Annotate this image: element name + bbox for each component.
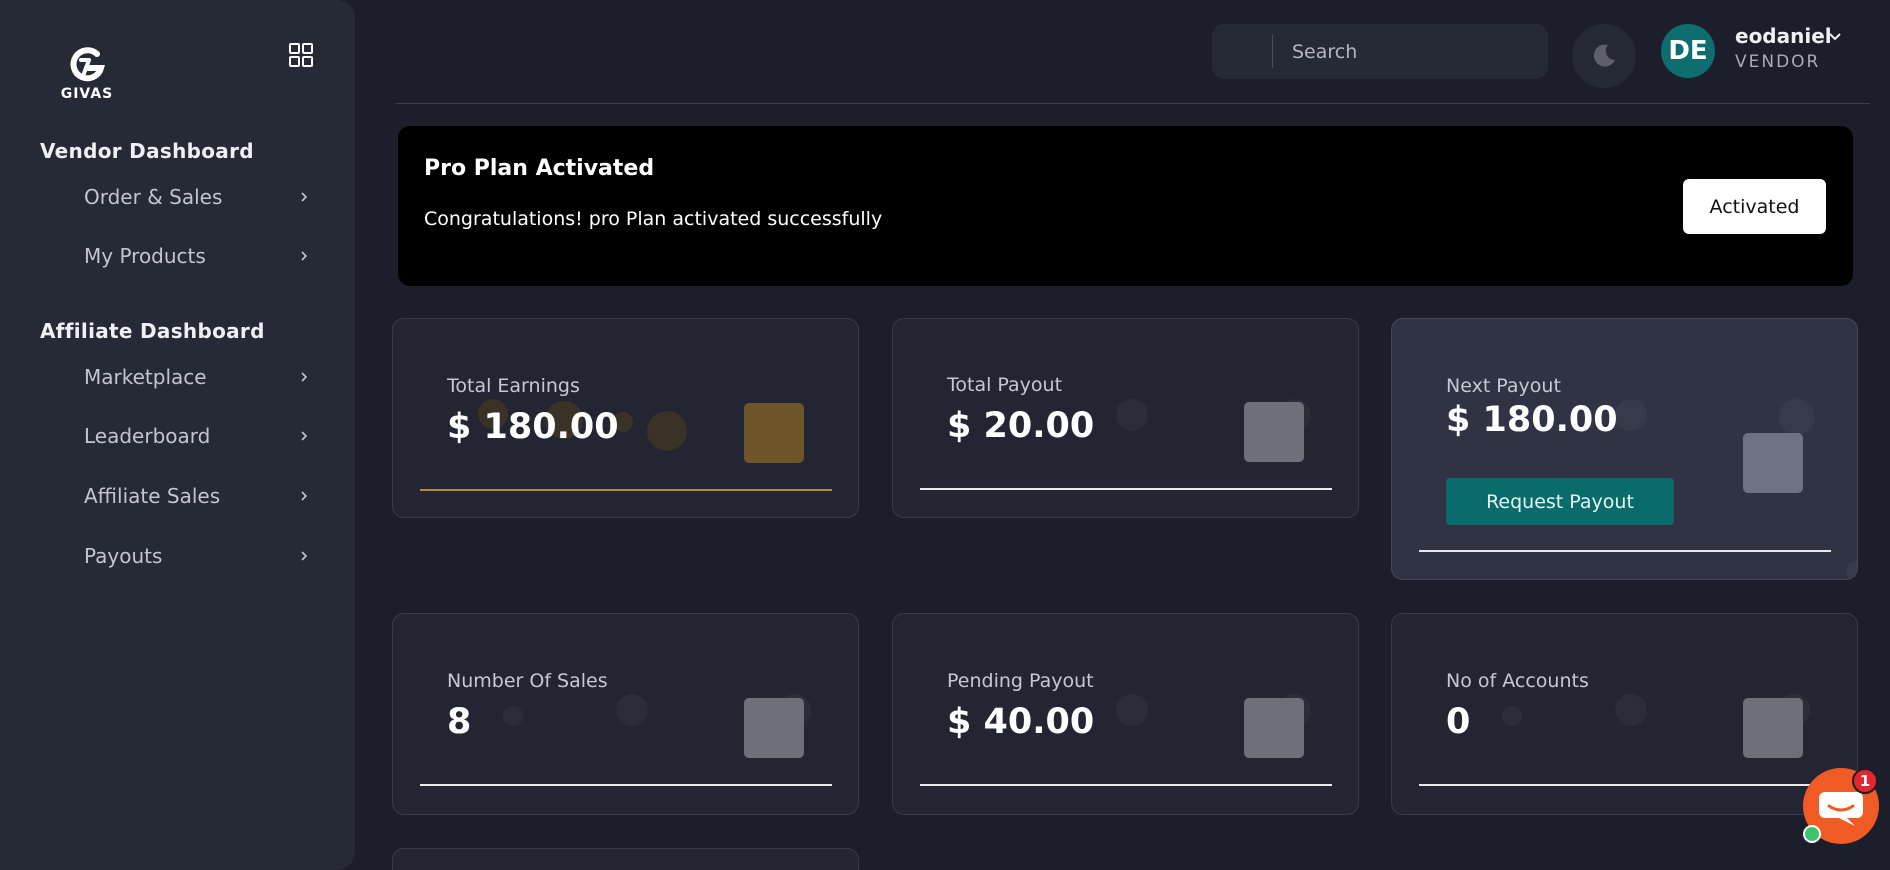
sidebar-item-label: Payouts — [84, 544, 163, 568]
user-name[interactable]: eodaniel — [1735, 24, 1832, 48]
chevron-right-icon — [301, 372, 308, 382]
card-icon-tile — [1743, 433, 1803, 493]
sidebar-item-label: Marketplace — [84, 365, 207, 389]
card-label: Total Earnings — [447, 375, 580, 397]
sidebar-item-marketplace[interactable]: Marketplace — [84, 360, 309, 394]
search-divider — [1272, 34, 1273, 68]
decor-bubble — [1615, 399, 1647, 431]
chevron-right-icon — [301, 192, 308, 202]
card-icon-tile — [744, 698, 804, 758]
card-icon-tile — [1743, 698, 1803, 758]
card-value: $ 20.00 — [947, 406, 1095, 446]
givas-logo-icon — [70, 47, 105, 82]
chevron-down-icon[interactable] — [1828, 32, 1842, 42]
decor-bubble — [1116, 399, 1148, 431]
sidebar: GIVAS Vendor Dashboard Order & Sales My … — [0, 0, 355, 870]
card-underline — [420, 489, 832, 491]
stat-card-total-earnings: Total Earnings $ 180.00 — [392, 318, 859, 518]
card-underline — [920, 784, 1332, 786]
moon-icon — [1593, 44, 1615, 67]
sidebar-item-label: My Products — [84, 244, 206, 268]
card-value: 0 — [1446, 702, 1471, 742]
activated-button[interactable]: Activated — [1683, 179, 1826, 234]
request-payout-button[interactable]: Request Payout — [1446, 478, 1674, 525]
stat-card-partial — [392, 848, 859, 870]
card-label: Total Payout — [947, 374, 1063, 396]
user-role: VENDOR — [1735, 52, 1821, 72]
section-title-vendor-dashboard[interactable]: Vendor Dashboard — [40, 139, 254, 163]
sidebar-item-label: Leaderboard — [84, 424, 211, 448]
sidebar-item-affiliate-sales[interactable]: Affiliate Sales — [84, 479, 309, 513]
decor-bubble — [647, 411, 687, 451]
stat-card-next-payout: Next Payout $ 180.00 Request Payout — [1391, 318, 1858, 580]
banner-message: Congratulations! pro Plan activated succ… — [424, 208, 883, 230]
search-box — [1212, 24, 1548, 79]
sidebar-item-label: Affiliate Sales — [84, 484, 221, 508]
chevron-right-icon — [301, 491, 308, 501]
card-underline — [420, 784, 832, 786]
dark-mode-toggle[interactable] — [1572, 24, 1636, 88]
sidebar-item-order-sales[interactable]: Order & Sales — [84, 180, 309, 214]
sidebar-item-my-products[interactable]: My Products — [84, 239, 309, 273]
online-status-dot — [1803, 825, 1821, 843]
decor-bubble — [1502, 706, 1522, 726]
sidebar-item-label: Order & Sales — [84, 185, 223, 209]
stat-card-total-payout: Total Payout $ 20.00 — [892, 318, 1359, 518]
banner-title: Pro Plan Activated — [424, 156, 655, 181]
decor-bubble — [616, 694, 648, 726]
apps-grid-icon[interactable] — [288, 42, 314, 68]
sidebar-item-leaderboard[interactable]: Leaderboard — [84, 419, 309, 453]
section-title-affiliate-dashboard[interactable]: Affiliate Dashboard — [40, 319, 265, 343]
stat-card-no-of-accounts: No of Accounts 0 — [1391, 613, 1858, 815]
card-icon-tile — [1244, 402, 1304, 462]
search-input[interactable] — [1292, 24, 1532, 79]
card-value: $ 40.00 — [947, 702, 1095, 742]
card-label: Pending Payout — [947, 670, 1094, 692]
card-icon-tile — [744, 403, 804, 463]
chevron-right-icon — [301, 251, 308, 261]
card-label: No of Accounts — [1446, 670, 1589, 692]
stat-card-number-of-sales: Number Of Sales 8 — [392, 613, 859, 815]
decor-bubble — [1615, 694, 1647, 726]
card-value: 8 — [447, 702, 472, 742]
decor-bubble — [1779, 399, 1815, 435]
decor-bubble — [1846, 561, 1857, 579]
card-underline — [1419, 784, 1831, 786]
decor-bubble — [1116, 694, 1148, 726]
avatar[interactable]: DE — [1661, 24, 1715, 78]
plan-banner: Pro Plan Activated Congratulations! pro … — [398, 126, 1853, 286]
card-label: Number Of Sales — [447, 670, 608, 692]
card-underline — [920, 488, 1332, 490]
card-value: $ 180.00 — [1446, 400, 1618, 440]
decor-bubble — [503, 706, 523, 726]
chevron-right-icon — [301, 431, 308, 441]
logo-text: GIVAS — [60, 86, 114, 102]
card-label: Next Payout — [1446, 375, 1561, 397]
card-icon-tile — [1244, 698, 1304, 758]
card-value: $ 180.00 — [447, 407, 619, 447]
givas-logo[interactable]: GIVAS — [58, 46, 116, 106]
card-underline — [1419, 550, 1831, 552]
sidebar-item-payouts[interactable]: Payouts — [84, 539, 309, 573]
chevron-right-icon — [301, 551, 308, 561]
header-divider — [396, 103, 1870, 104]
stat-card-pending-payout: Pending Payout $ 40.00 — [892, 613, 1359, 815]
chat-unread-badge: 1 — [1852, 768, 1878, 794]
